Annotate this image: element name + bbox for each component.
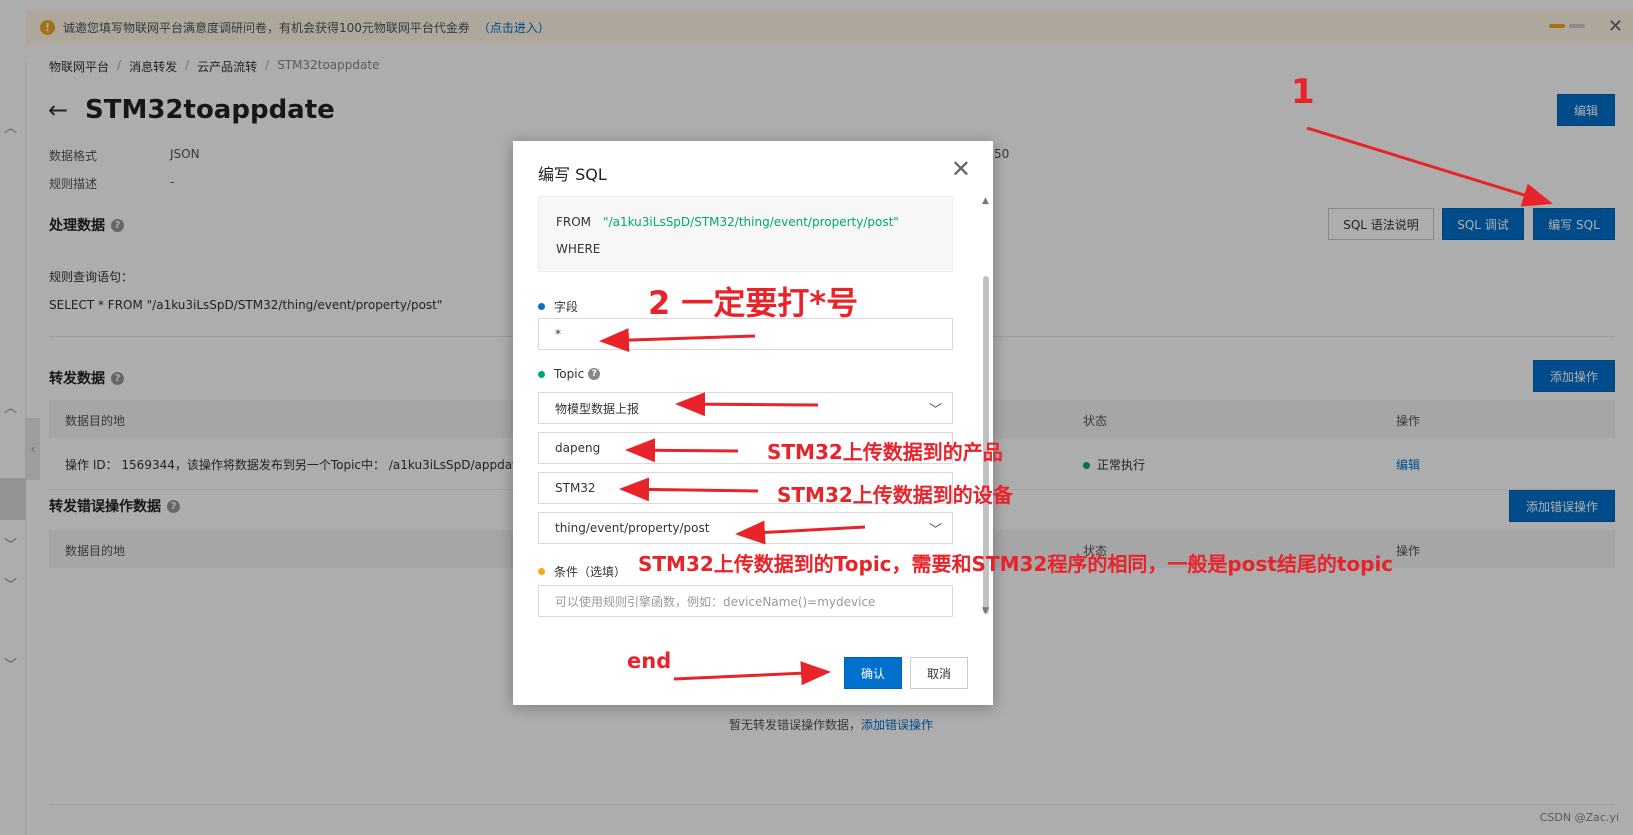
topic-annotation: STM32上传数据到的Topic，需要和STM32程序的相同，一般是post结尾… (638, 552, 1394, 576)
arrow-to-field (599, 328, 756, 353)
arrow-to-topic-path (735, 520, 866, 545)
step1-annotation: 1 (1291, 72, 1315, 112)
end-annotation: end (627, 649, 672, 673)
product-annotation: STM32上传数据到的产品 (767, 440, 1003, 464)
arrow-to-topic-type (675, 392, 819, 417)
arrow-to-device (619, 477, 759, 502)
arrow-to-product (625, 438, 739, 463)
device-annotation: STM32上传数据到的设备 (777, 483, 1013, 507)
step2-annotation: 2 一定要打*号 (648, 284, 859, 322)
arrow-to-confirm (673, 661, 831, 686)
annotation-arrows (599, 126, 1553, 686)
arrow-to-edit-sql (1306, 126, 1553, 207)
